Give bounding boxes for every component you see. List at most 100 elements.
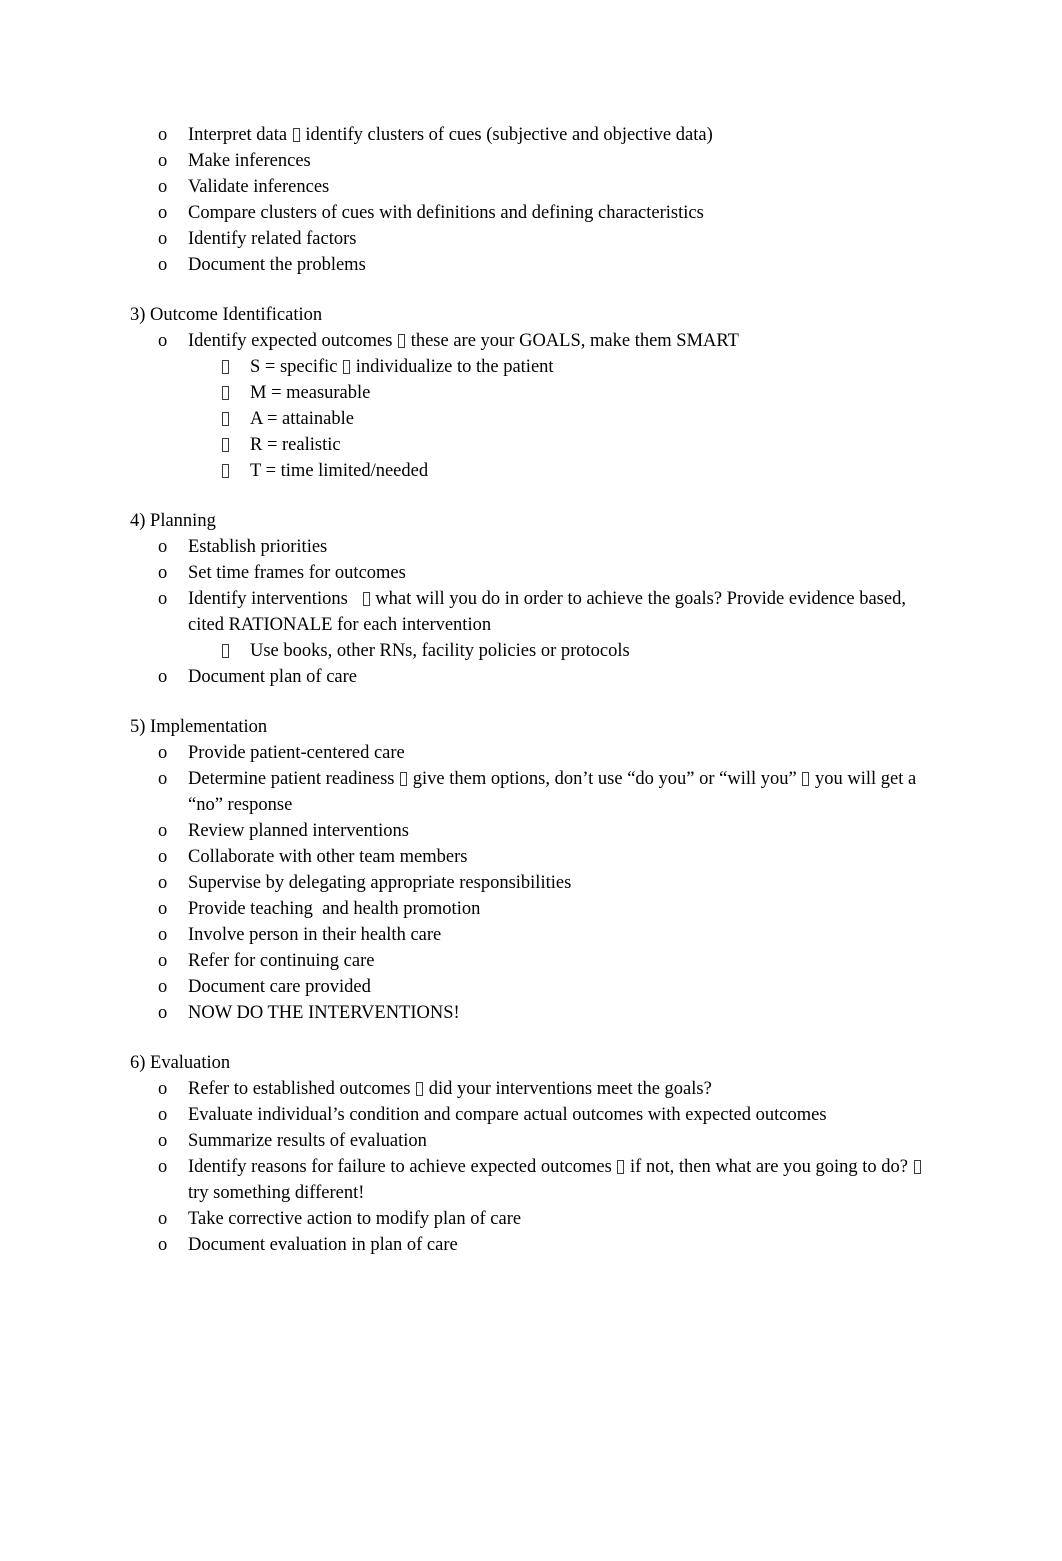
- list-item: o Document evaluation in plan of care: [130, 1232, 942, 1258]
- document-body: o Interpret data identify clusters of cue…: [130, 122, 942, 1258]
- list-item: o Take corrective action to modify plan o…: [130, 1206, 942, 1232]
- text-run: Refer for continuing care: [188, 951, 375, 971]
- list-item: o NOW DO THE INTERVENTIONS!: [130, 1000, 942, 1026]
- outline-list-level2: o Interpret data identify clusters of cue…: [130, 122, 942, 278]
- text-run: Evaluate individual’s condition and comp…: [188, 1105, 827, 1125]
- list-item: o Make inferences: [130, 148, 942, 174]
- outline-list-level2: o Document plan of care: [130, 664, 942, 690]
- text-run: Provide teaching and health promotion: [188, 899, 481, 919]
- arrow-glyph-icon: [292, 128, 300, 142]
- text-run: Identify interventions: [188, 589, 362, 609]
- outline-section-evaluation: 6) Evaluation o Refer to established outco…: [130, 1050, 942, 1258]
- list-item: o Identify expected outcomes these are yo…: [130, 328, 942, 354]
- bullet-marker-o: o: [158, 1105, 168, 1125]
- bullet-marker-o: o: [158, 1157, 168, 1177]
- arrow-glyph-icon: [398, 334, 406, 348]
- text-run: Document plan of care: [188, 667, 357, 687]
- missing-glyph-box-icon: [222, 412, 229, 426]
- outline-section-outcome-identification: 3) Outcome Identification o Identify expec…: [130, 302, 942, 484]
- bullet-marker-o: o: [158, 847, 168, 867]
- bullet-marker-o: o: [158, 743, 168, 763]
- arrow-glyph-icon: [617, 1160, 625, 1174]
- bullet-marker-o: o: [158, 821, 168, 841]
- text-run: Collaborate with other team members: [188, 847, 468, 867]
- text-run: Document evaluation in plan of care: [188, 1235, 458, 1255]
- bullet-marker-box-icon: [222, 458, 229, 484]
- bullet-marker-o: o: [158, 1235, 168, 1255]
- list-item: o Collaborate with other team members: [130, 844, 942, 870]
- text-run: Take corrective action to modify plan of…: [188, 1209, 522, 1229]
- arrow-glyph-icon: [802, 772, 810, 786]
- list-item: o Document the problems: [130, 252, 942, 278]
- bullet-marker-box-icon: [222, 380, 229, 406]
- list-item: o Summarize results of evaluation: [130, 1128, 942, 1154]
- text-run: Interpret data: [188, 125, 292, 145]
- bullet-marker-o: o: [158, 1209, 168, 1229]
- outline-list-level2: o Establish priorities o Set time frames fo…: [130, 534, 942, 664]
- outline-list-level3: Use books, other RNs, facility policies …: [130, 638, 942, 664]
- text-run: Determine patient readiness: [188, 769, 400, 789]
- text-run: Identify expected outcomes: [188, 331, 398, 351]
- list-item: o Identify related factors: [130, 226, 942, 252]
- text-run: individualize to the patient: [351, 357, 554, 377]
- list-item: T = time limited/needed: [130, 458, 942, 484]
- bullet-marker-o: o: [158, 769, 168, 789]
- bullet-marker-box-icon: [222, 638, 229, 664]
- text-run: did your interventions meet the goals?: [424, 1079, 712, 1099]
- bullet-marker-o: o: [158, 1003, 168, 1023]
- text-run: Summarize results of evaluation: [188, 1131, 427, 1151]
- list-item: M = measurable: [130, 380, 942, 406]
- arrow-glyph-icon: [913, 1160, 921, 1174]
- bullet-marker-o: o: [158, 667, 168, 687]
- text-run: Set time frames for outcomes: [188, 563, 406, 583]
- list-item: o Establish priorities: [130, 534, 942, 560]
- bullet-marker-o: o: [158, 151, 168, 171]
- bullet-marker-box-icon: [222, 354, 229, 380]
- list-item: A = attainable: [130, 406, 942, 432]
- section-heading: 3) Outcome Identification: [130, 305, 323, 325]
- text-run: Validate inferences: [188, 177, 330, 197]
- list-item: o Compare clusters of cues with definitio…: [130, 200, 942, 226]
- list-item: o Document plan of care: [130, 664, 942, 690]
- text-run: Supervise by delegating appropriate resp…: [188, 873, 572, 893]
- bullet-marker-o: o: [158, 203, 168, 223]
- list-item: o Evaluate individual’s condition and com…: [130, 1102, 942, 1128]
- text-run: Refer to established outcomes: [188, 1079, 416, 1099]
- text-run: S = specific: [250, 357, 343, 377]
- bullet-marker-o: o: [158, 331, 168, 351]
- list-item: o Review planned interventions: [130, 818, 942, 844]
- text-run: Document care provided: [188, 977, 371, 997]
- list-item: o Document care provided: [130, 974, 942, 1000]
- text-run: Provide patient-centered care: [188, 743, 405, 763]
- text-run: identify clusters of cues (subjective an…: [300, 125, 713, 145]
- missing-glyph-box-icon: [222, 464, 229, 478]
- bullet-marker-box-icon: [222, 406, 229, 432]
- text-run: Establish priorities: [188, 537, 328, 557]
- outline-list-level2: o Provide patient-centered care o Determine…: [130, 740, 942, 1026]
- list-item: o Validate inferences: [130, 174, 942, 200]
- bullet-marker-o: o: [158, 563, 168, 583]
- missing-glyph-box-icon: [222, 644, 229, 658]
- text-run: Identify related factors: [188, 229, 357, 249]
- list-item: o Interpret data identify clusters of cue…: [130, 122, 942, 148]
- list-item: o Refer for continuing care: [130, 948, 942, 974]
- missing-glyph-box-icon: [222, 360, 229, 374]
- arrow-glyph-icon: [362, 592, 370, 606]
- text-run: these are your GOALS, make them SMART: [406, 331, 739, 351]
- outline-section-implementation: 5) Implementation o Provide patient-center…: [130, 714, 942, 1026]
- list-item: o Set time frames for outcomes: [130, 560, 942, 586]
- text-run: Use books, other RNs, facility policies …: [250, 641, 630, 661]
- missing-glyph-box-icon: [222, 386, 229, 400]
- list-item: o Refer to established outcomes did your …: [130, 1076, 942, 1102]
- bullet-marker-o: o: [158, 1079, 168, 1099]
- list-item: o Determine patient readiness give them o…: [130, 766, 942, 818]
- text-run: M = measurable: [250, 383, 371, 403]
- text-run: Make inferences: [188, 151, 311, 171]
- list-item: R = realistic: [130, 432, 942, 458]
- missing-glyph-box-icon: [222, 438, 229, 452]
- list-item: o Provide teaching and health promotion: [130, 896, 942, 922]
- text-run: Identify reasons for failure to achieve …: [188, 1157, 617, 1177]
- bullet-marker-o: o: [158, 229, 168, 249]
- text-run: Review planned interventions: [188, 821, 409, 841]
- list-item: o Provide patient-centered care: [130, 740, 942, 766]
